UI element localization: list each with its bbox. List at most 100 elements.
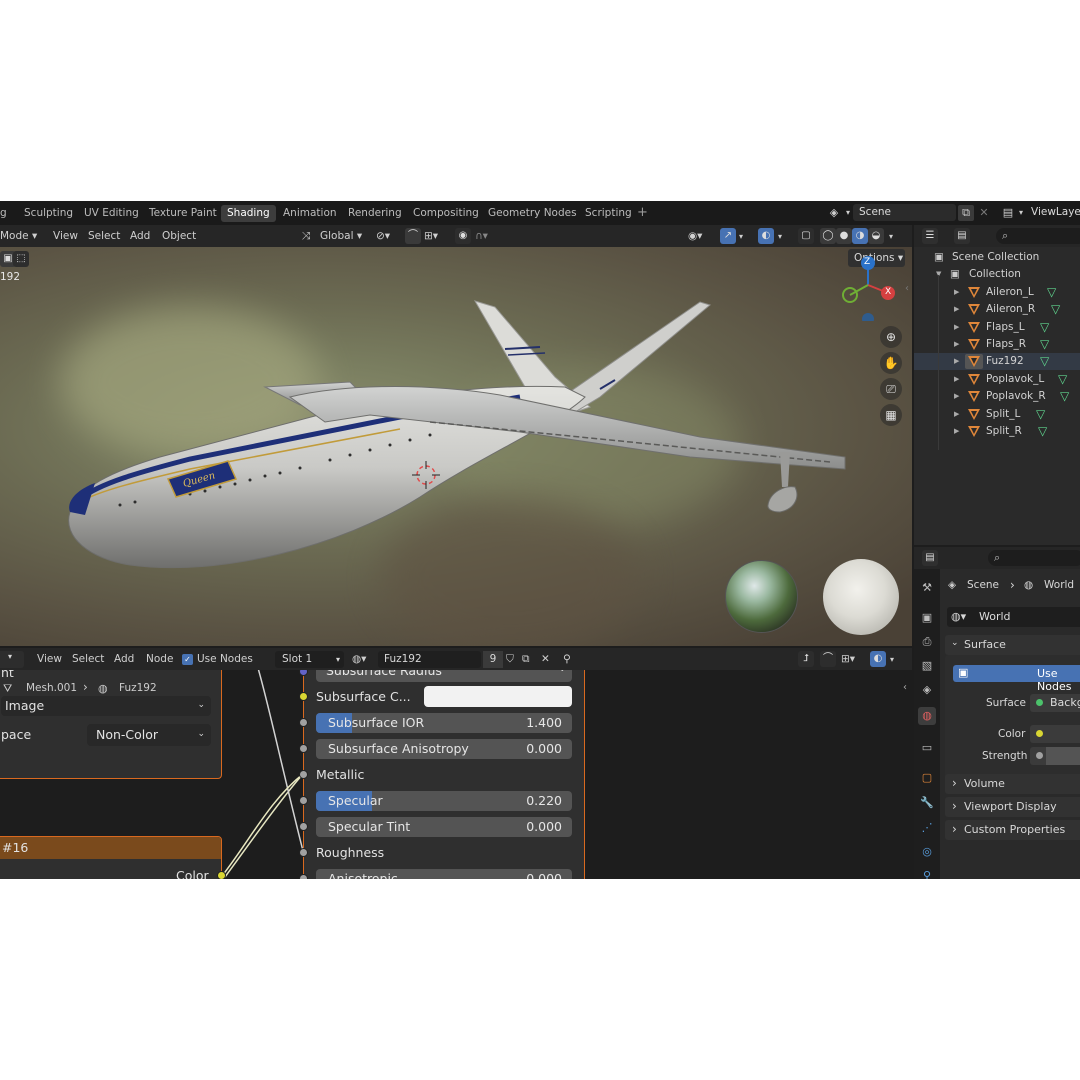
hand-pan-icon[interactable]: ✋ [880,352,902,374]
menu-select[interactable]: Select [88,228,120,245]
chevron-down-icon[interactable]: ▾ [890,651,894,668]
expand-arrow-icon[interactable]: ▶ [954,319,959,336]
world-selector[interactable]: ◍▾ World [947,607,1080,627]
properties-search-input[interactable]: ⌕ [988,550,1080,566]
tab-rendering[interactable]: Rendering [342,205,408,222]
roughness-socket[interactable] [299,848,308,857]
close-icon[interactable]: ✕ [976,205,992,221]
scene-name-field[interactable]: Scene [853,204,956,221]
surface-shader-field[interactable]: Backgro [1030,694,1080,712]
view-layer-field[interactable]: ViewLayer [1025,204,1080,221]
chevron-down-icon[interactable]: ▾ [889,228,893,245]
visibility-icon[interactable]: ◉▾ [688,228,702,245]
tab-geometry-nodes[interactable]: Geometry Nodes [482,205,583,222]
color-space-dropdown[interactable]: Non-Color ⌄ [87,724,211,746]
checkbox-checked-icon[interactable]: ✓ [182,654,193,665]
node-editor-canvas[interactable]: nt ⛛ Mesh.001 › ◍ Fuz192 ▾ Image ⌄ pace … [0,670,912,879]
editor-type-icon[interactable]: ☰ [922,228,938,244]
mode-dropdown[interactable]: Mode ▾ [0,228,37,245]
outliner-search-input[interactable]: ⌕ [996,228,1080,244]
mesh-data-icon[interactable]: ▽ [1040,319,1049,336]
specular-tint-socket[interactable] [299,822,308,831]
material-name-field[interactable]: Fuz192 [378,651,481,668]
mesh-data-icon[interactable]: ▽ [1047,284,1056,301]
expand-arrow-icon[interactable]: ▶ [954,371,959,388]
chevron-down-icon[interactable]: ▾ [199,670,203,671]
overlay-icon[interactable]: ◐ [870,651,886,667]
grid-icon[interactable]: ▦ [880,404,902,426]
mesh-data-icon[interactable]: ▽ [1060,388,1069,405]
use-nodes-label[interactable]: Use Nodes [197,651,253,668]
camera-icon[interactable]: ⎚ [880,378,902,400]
falloff-icon[interactable]: ∩▾ [475,228,488,245]
subsurface-ior-slider[interactable]: Subsurface IOR 1.400 [316,713,572,733]
subsurface-color-socket[interactable] [299,692,308,701]
menu-add[interactable]: Add [130,228,150,245]
use-nodes-button[interactable]: ▣ Use Nodes [953,665,1080,693]
world-tab-icon[interactable]: ◍ [918,707,936,725]
image-dropdown[interactable]: Image ⌄ [1,696,211,716]
menu-object[interactable]: Object [162,228,196,245]
shading-solid-icon[interactable]: ● [836,228,852,244]
subsurface-anisotropy-socket[interactable] [299,744,308,753]
zoom-icon[interactable]: ⊕ [880,326,902,348]
mesh-data-icon[interactable]: ▽ [1051,301,1060,318]
subsurface-ior-socket[interactable] [299,718,308,727]
shading-material-icon[interactable]: ◑ [852,228,868,244]
snap-target-icon[interactable]: ⊞▾ [424,228,438,245]
shading-rendered-icon[interactable]: ◒ [868,228,884,244]
object-tab-icon[interactable]: ▢ [918,769,936,787]
expand-arrow-icon[interactable]: ▶ [954,388,959,405]
expand-arrow-icon[interactable]: ▶ [954,353,959,370]
mesh-data-icon[interactable]: ▽ [1058,371,1067,388]
mesh-data-icon[interactable]: ▽ [1040,353,1049,370]
image-texture-node-16[interactable]: #16 Color [0,836,222,879]
chevron-down-icon[interactable]: ▾ [739,228,743,245]
transform-orientation-icon[interactable]: ⤨ [302,228,310,245]
output-tab-icon[interactable]: ⎙ [918,633,936,651]
editor-type-icon[interactable]: ▤ [922,550,938,566]
expand-arrow-icon[interactable]: ▶ [954,336,959,353]
metallic-socket[interactable] [299,770,308,779]
display-mode-icon[interactable]: ▤ [954,228,970,244]
expand-arrow-icon[interactable]: ▶ [954,284,959,301]
mesh-data-icon[interactable]: ▽ [1038,423,1047,440]
editor-type-button[interactable]: ▾ [0,651,24,668]
pin-icon[interactable]: ⚲ [563,651,571,668]
view-layer-tab-icon[interactable]: ▧ [918,657,936,675]
render-tab-icon[interactable]: ▣ [918,609,936,627]
custom-properties-panel-header[interactable]: › Custom Properties [945,820,1080,840]
sidebar-toggle-icon[interactable]: ‹ [903,682,907,693]
chevron-down-icon[interactable]: ▾ [778,228,782,245]
menu-view[interactable]: View [37,651,62,668]
strength-field[interactable] [1030,747,1080,765]
constraints-tab-icon[interactable]: ⚲ [918,867,936,879]
surface-panel-header[interactable]: ⌄ Surface [945,635,1080,655]
specular-slider[interactable]: Specular 0.220 [316,791,572,811]
shading-wireframe-icon[interactable]: ◯ [820,228,836,244]
menu-select[interactable]: Select [72,651,104,668]
overlay-icon[interactable]: ◐ [758,228,774,244]
snap-icon[interactable]: ⌒ [405,228,421,244]
tool-tab-icon[interactable]: ⚒ [918,579,936,597]
close-icon[interactable]: ✕ [541,651,550,668]
expand-arrow-icon[interactable]: ▶ [954,406,959,423]
subsurface-anisotropy-slider[interactable]: Subsurface Anisotropy 0.000 [316,739,572,759]
gizmo-icon[interactable]: ↗ [720,228,736,244]
outliner-scene-collection[interactable]: ▣ Scene Collection [914,249,1080,266]
tab-texture-paint[interactable]: Texture Paint [143,205,223,222]
menu-add[interactable]: Add [114,651,134,668]
add-workspace-button[interactable]: + [637,205,648,221]
menu-view[interactable]: View [53,228,78,245]
snap-target-icon[interactable]: ⊞▾ [841,651,855,668]
slot-dropdown[interactable]: Slot 1 ▾ [275,651,344,668]
material-users-count[interactable]: 9 [483,651,503,668]
fake-user-shield-icon[interactable]: ⛉ [506,651,514,668]
expand-arrow-icon[interactable]: ▶ [954,301,959,318]
modifier-wrench-icon[interactable]: 🔧 [918,794,936,812]
specular-socket[interactable] [299,796,308,805]
physics-tab-icon[interactable]: ◎ [918,843,936,861]
color-field[interactable] [1030,725,1080,743]
pivot-icon[interactable]: ⊘▾ [376,228,390,245]
tab-compositing[interactable]: Compositing [407,205,485,222]
